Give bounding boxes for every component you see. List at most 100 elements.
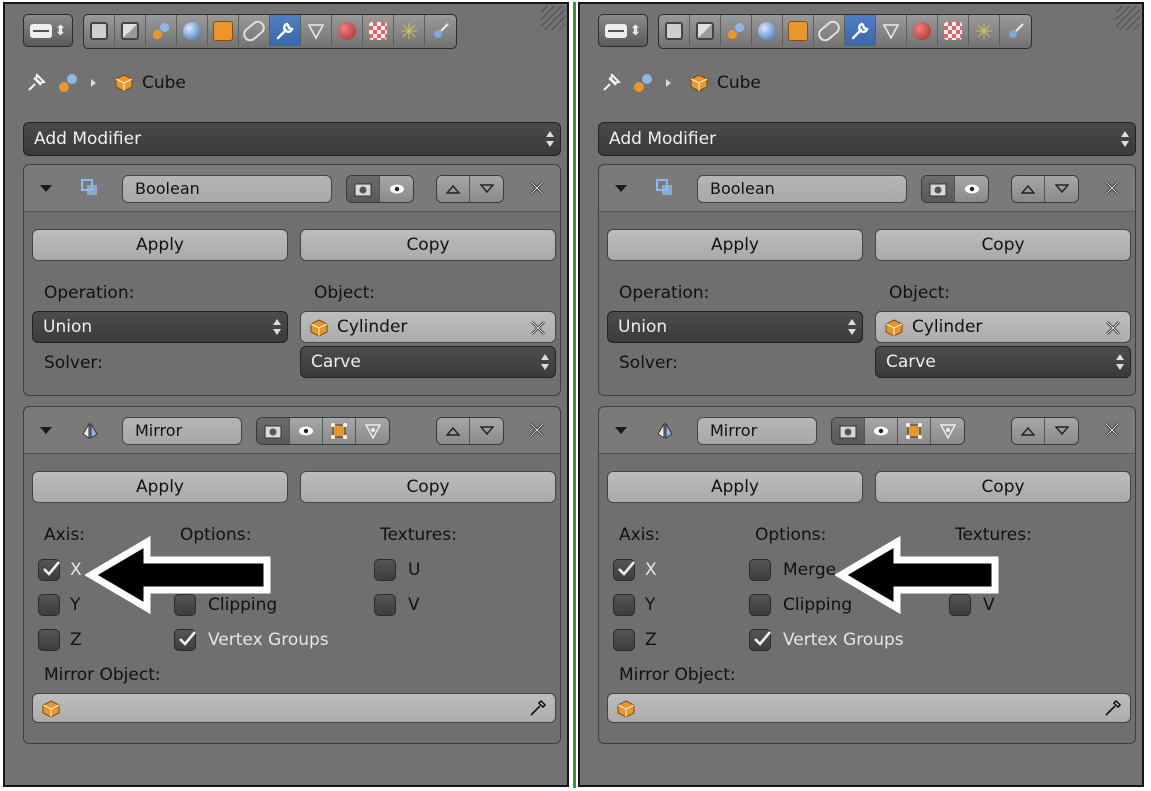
- physics-tab[interactable]: [425, 15, 456, 46]
- eyedropper-icon[interactable]: [1104, 699, 1122, 717]
- move-up-button[interactable]: [1012, 418, 1045, 444]
- collapse-triangle-icon[interactable]: [615, 427, 627, 434]
- axis-z-checkbox[interactable]: [613, 629, 635, 651]
- move-up-button[interactable]: [1012, 176, 1045, 202]
- collapse-triangle-icon[interactable]: [40, 185, 52, 192]
- render-layers-tab[interactable]: [690, 15, 721, 46]
- material-tab[interactable]: [907, 15, 938, 46]
- close-icon[interactable]: [528, 179, 546, 197]
- data-tab[interactable]: [301, 15, 332, 46]
- boolean-copy-button[interactable]: Copy: [300, 229, 556, 261]
- vertex-groups-checkbox[interactable]: [174, 629, 196, 651]
- move-down-icon: [479, 184, 494, 194]
- add-modifier-dropdown[interactable]: Add Modifier: [598, 122, 1136, 156]
- clear-object-icon[interactable]: [1104, 319, 1122, 337]
- editor-type-button[interactable]: ⬍: [23, 14, 73, 47]
- move-down-button[interactable]: [1045, 418, 1078, 444]
- solver-select[interactable]: Carve: [875, 346, 1131, 378]
- particles-tab[interactable]: [969, 15, 1000, 46]
- scene-tab[interactable]: [721, 15, 752, 46]
- boolean-name-field[interactable]: Boolean: [697, 175, 907, 203]
- viewport-toggle[interactable]: [865, 418, 898, 444]
- axis-y-checkbox[interactable]: [613, 594, 635, 616]
- cage-toggle[interactable]: [356, 418, 389, 444]
- move-up-button[interactable]: [437, 176, 470, 202]
- mirror-name-field[interactable]: Mirror: [122, 417, 242, 445]
- collapse-triangle-icon[interactable]: [615, 185, 627, 192]
- modifiers-tab[interactable]: [845, 15, 876, 46]
- mirror-object-field[interactable]: [607, 693, 1131, 723]
- material-tab[interactable]: [332, 15, 363, 46]
- pin-icon[interactable]: [600, 72, 622, 94]
- modifiers-tab[interactable]: [270, 15, 301, 46]
- editor-type-button[interactable]: ⬍: [598, 14, 648, 47]
- axis-x-checkbox[interactable]: [613, 559, 635, 581]
- data-tab[interactable]: [876, 15, 907, 46]
- axis-z-checkbox[interactable]: [38, 629, 60, 651]
- close-icon[interactable]: [1103, 421, 1121, 439]
- viewport-toggle[interactable]: [380, 176, 413, 202]
- solver-select[interactable]: Carve: [300, 346, 556, 378]
- render-layers-tab[interactable]: [115, 15, 146, 46]
- particles-tab[interactable]: [394, 15, 425, 46]
- merge-checkbox[interactable]: [749, 559, 771, 581]
- world-tab[interactable]: [752, 15, 783, 46]
- render-tab[interactable]: [659, 15, 690, 46]
- mirror-apply-button[interactable]: Apply: [32, 471, 288, 503]
- move-down-button[interactable]: [1045, 176, 1078, 202]
- editmode-toggle[interactable]: [898, 418, 931, 444]
- close-icon[interactable]: [1103, 179, 1121, 197]
- texture-u-checkbox[interactable]: [374, 559, 396, 581]
- mirror-apply-button[interactable]: Apply: [607, 471, 863, 503]
- cage-toggle[interactable]: [931, 418, 964, 444]
- move-down-button[interactable]: [470, 418, 503, 444]
- render-toggle[interactable]: [922, 176, 955, 202]
- editmode-toggle[interactable]: [323, 418, 356, 444]
- panel-corner-grip[interactable]: [1116, 6, 1140, 30]
- vertex-groups-label: Vertex Groups: [208, 630, 329, 650]
- texture-tab[interactable]: [363, 15, 394, 46]
- boolean-apply-button[interactable]: Apply: [607, 229, 863, 261]
- object-tab[interactable]: [783, 15, 814, 46]
- add-modifier-dropdown[interactable]: Add Modifier: [23, 122, 561, 156]
- operation-select[interactable]: Union: [32, 311, 288, 343]
- constraints-tab[interactable]: [239, 15, 270, 46]
- viewport-toggle[interactable]: [955, 176, 988, 202]
- operation-select[interactable]: Union: [607, 311, 863, 343]
- constraints-tab[interactable]: [814, 15, 845, 46]
- move-up-button[interactable]: [437, 418, 470, 444]
- axis-y-checkbox[interactable]: [38, 594, 60, 616]
- boolean-apply-button[interactable]: Apply: [32, 229, 288, 261]
- mirror-object-field[interactable]: [32, 693, 556, 723]
- object-field[interactable]: Cylinder: [875, 311, 1131, 343]
- vertex-groups-checkbox[interactable]: [749, 629, 771, 651]
- mirror-copy-button[interactable]: Copy: [875, 471, 1131, 503]
- mirror-copy-button[interactable]: Copy: [300, 471, 556, 503]
- clipping-checkbox[interactable]: [749, 594, 771, 616]
- checkmark-icon: [754, 631, 771, 646]
- physics-tab[interactable]: [1000, 15, 1031, 46]
- panel-corner-grip[interactable]: [541, 6, 565, 30]
- clear-object-icon[interactable]: [529, 319, 547, 337]
- texture-v-checkbox[interactable]: [374, 594, 396, 616]
- render-toggle[interactable]: [832, 418, 865, 444]
- render-tab[interactable]: [84, 15, 115, 46]
- render-toggle[interactable]: [257, 418, 290, 444]
- pin-icon[interactable]: [25, 72, 47, 94]
- object-tab[interactable]: [208, 15, 239, 46]
- texture-tab[interactable]: [938, 15, 969, 46]
- world-tab[interactable]: [177, 15, 208, 46]
- boolean-copy-button[interactable]: Copy: [875, 229, 1131, 261]
- mirror-name-field[interactable]: Mirror: [697, 417, 817, 445]
- scene-tab[interactable]: [146, 15, 177, 46]
- axis-x-checkbox[interactable]: [38, 559, 60, 581]
- eyedropper-icon[interactable]: [529, 699, 547, 717]
- viewport-toggle[interactable]: [290, 418, 323, 444]
- object-field[interactable]: Cylinder: [300, 311, 556, 343]
- collapse-triangle-icon[interactable]: [40, 427, 52, 434]
- move-down-button[interactable]: [470, 176, 503, 202]
- render-toggle[interactable]: [347, 176, 380, 202]
- boolean-name-field[interactable]: Boolean: [122, 175, 332, 203]
- operation-value: Union: [43, 317, 93, 337]
- close-icon[interactable]: [528, 421, 546, 439]
